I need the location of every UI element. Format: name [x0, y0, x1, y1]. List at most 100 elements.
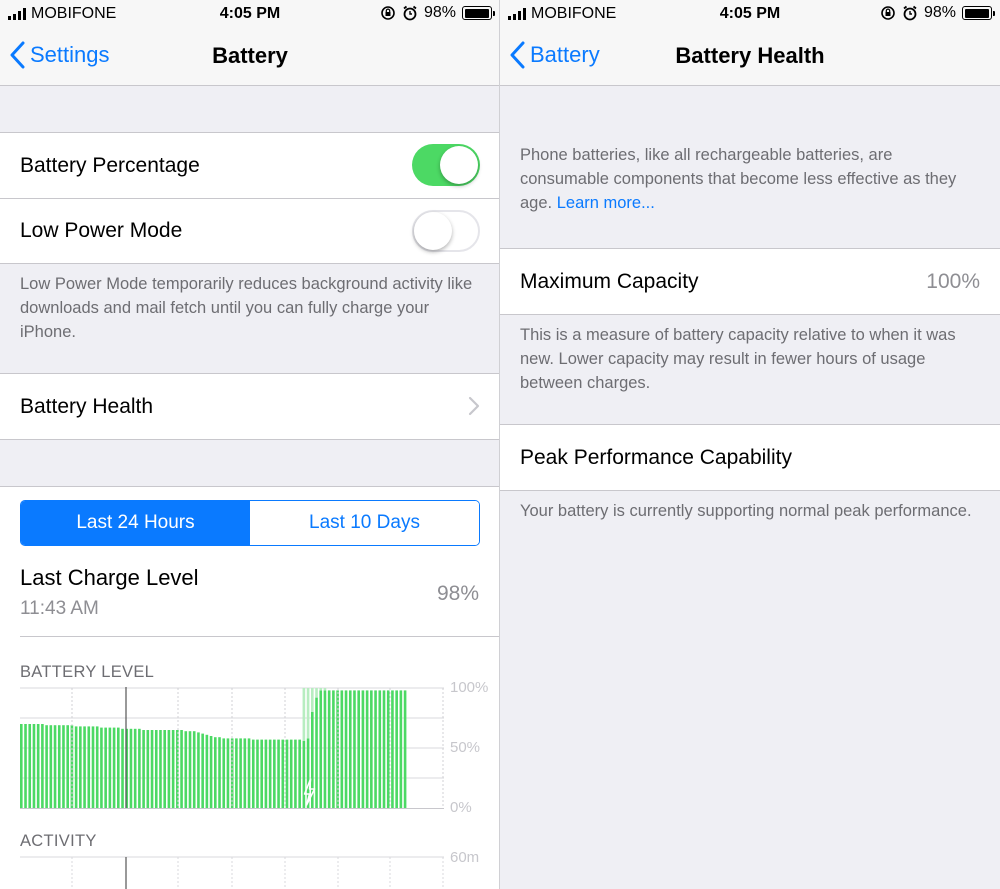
time-range-segmented-control[interactable]: Last 24 Hours Last 10 Days	[20, 500, 480, 546]
battery-bar	[41, 724, 44, 808]
battery-bar	[382, 690, 386, 808]
low-power-mode-toggle[interactable]	[412, 210, 480, 252]
battery-bar	[201, 733, 204, 808]
battery-bar	[226, 738, 230, 808]
battery-level-label: BATTERY LEVEL	[20, 663, 155, 681]
battery-bar	[214, 737, 217, 808]
charging-shade	[306, 688, 310, 739]
battery-bar	[332, 690, 335, 808]
battery-bar	[142, 730, 145, 808]
battery-bar	[260, 739, 263, 808]
battery-bar	[163, 730, 166, 808]
activity-label: ACTIVITY	[20, 832, 97, 850]
axis-label-60m: 60m	[450, 849, 480, 866]
axis-label-50: 50%	[450, 739, 481, 756]
status-right: 98%	[880, 4, 995, 22]
axis-label-100: 100%	[450, 679, 489, 696]
battery-bar	[133, 728, 137, 808]
battery-bar	[146, 730, 150, 808]
battery-bar	[370, 690, 373, 808]
battery-bar	[374, 690, 377, 808]
axis-label-0: 0%	[450, 799, 472, 816]
capacity-footnote: This is a measure of battery capacity re…	[520, 326, 956, 392]
battery-bar	[239, 738, 242, 808]
battery-bar	[62, 725, 65, 808]
page-title: Battery	[212, 43, 288, 68]
battery-bar	[154, 730, 158, 808]
last-charge-time: 11:43 AM	[20, 598, 99, 619]
low-power-mode-label: Low Power Mode	[20, 219, 183, 242]
activity-chart	[20, 856, 444, 889]
battery-bar	[95, 726, 99, 808]
battery-bar	[268, 739, 272, 808]
battery-percent-text: 98%	[923, 4, 956, 21]
battery-bar	[197, 732, 200, 808]
peak-footnote: Your battery is currently supporting nor…	[520, 502, 972, 520]
battery-bar	[399, 690, 403, 808]
battery-icon	[462, 6, 495, 20]
battery-bar	[361, 690, 365, 808]
battery-intro-text: Phone batteries, like all rechargeable b…	[520, 143, 980, 215]
battery-health-row[interactable]: Battery Health	[0, 374, 499, 439]
battery-bar	[180, 730, 183, 808]
max-capacity-label: Maximum Capacity	[520, 269, 699, 293]
battery-bar	[205, 734, 209, 808]
status-bar: MOBIFONE 4:05 PM 98%	[500, 0, 1000, 28]
battery-bar	[79, 726, 82, 808]
battery-bar	[395, 690, 398, 808]
tab-last-10-days[interactable]: Last 10 Days	[250, 501, 479, 545]
battery-bar	[184, 731, 188, 808]
peak-performance-label: Peak Performance Capability	[520, 445, 792, 469]
battery-screen: MOBIFONE 4:05 PM 98% Settings Battery Ba…	[0, 0, 500, 889]
battery-bar	[20, 724, 23, 808]
battery-bar	[344, 690, 348, 808]
page-title: Battery Health	[675, 43, 825, 68]
battery-bar	[247, 738, 251, 808]
battery-bar	[112, 727, 116, 808]
charging-shade	[323, 688, 327, 691]
battery-bar	[192, 731, 196, 808]
battery-icon	[962, 6, 995, 20]
battery-bar	[209, 736, 213, 808]
chevron-right-icon	[468, 396, 480, 416]
battery-bar	[57, 725, 61, 808]
learn-more-link[interactable]: Learn more...	[557, 194, 655, 212]
battery-bar	[83, 726, 86, 808]
battery-bar	[243, 738, 247, 808]
divider	[20, 636, 499, 637]
battery-bar	[167, 730, 171, 808]
battery-bar	[218, 737, 221, 808]
toggle-group: Battery Percentage Low Power Mode	[0, 132, 499, 264]
battery-health-group: Battery Health	[0, 373, 499, 440]
battery-bar	[188, 731, 192, 808]
battery-bar	[256, 739, 259, 808]
battery-bar	[74, 726, 78, 808]
battery-bar	[340, 690, 344, 808]
battery-bar	[251, 739, 255, 808]
battery-bar	[298, 739, 301, 808]
max-capacity-value: 100%	[926, 269, 980, 293]
battery-percentage-toggle[interactable]	[412, 144, 480, 186]
battery-health-label: Battery Health	[20, 394, 154, 418]
battery-bar	[87, 726, 91, 808]
battery-bar	[104, 727, 107, 808]
battery-bar	[315, 697, 318, 808]
peak-performance-row: Peak Performance Capability	[500, 425, 1000, 490]
low-power-footnote: Low Power Mode temporarily reduces backg…	[20, 275, 473, 341]
battery-bar	[353, 690, 356, 808]
battery-bar	[348, 690, 352, 808]
battery-bar	[378, 690, 382, 808]
battery-bar	[391, 690, 394, 808]
battery-bar	[171, 730, 175, 808]
battery-bar	[138, 728, 141, 808]
low-power-mode-row: Low Power Mode	[0, 198, 499, 263]
battery-bar	[264, 739, 268, 808]
tab-last-24-hours[interactable]: Last 24 Hours	[21, 501, 250, 545]
battery-bar	[129, 728, 133, 808]
status-right: 98%	[380, 4, 495, 22]
battery-bar	[403, 690, 407, 808]
battery-bar	[294, 739, 297, 808]
battery-bar	[277, 739, 280, 808]
battery-bar	[28, 724, 32, 808]
battery-bar	[91, 726, 95, 808]
